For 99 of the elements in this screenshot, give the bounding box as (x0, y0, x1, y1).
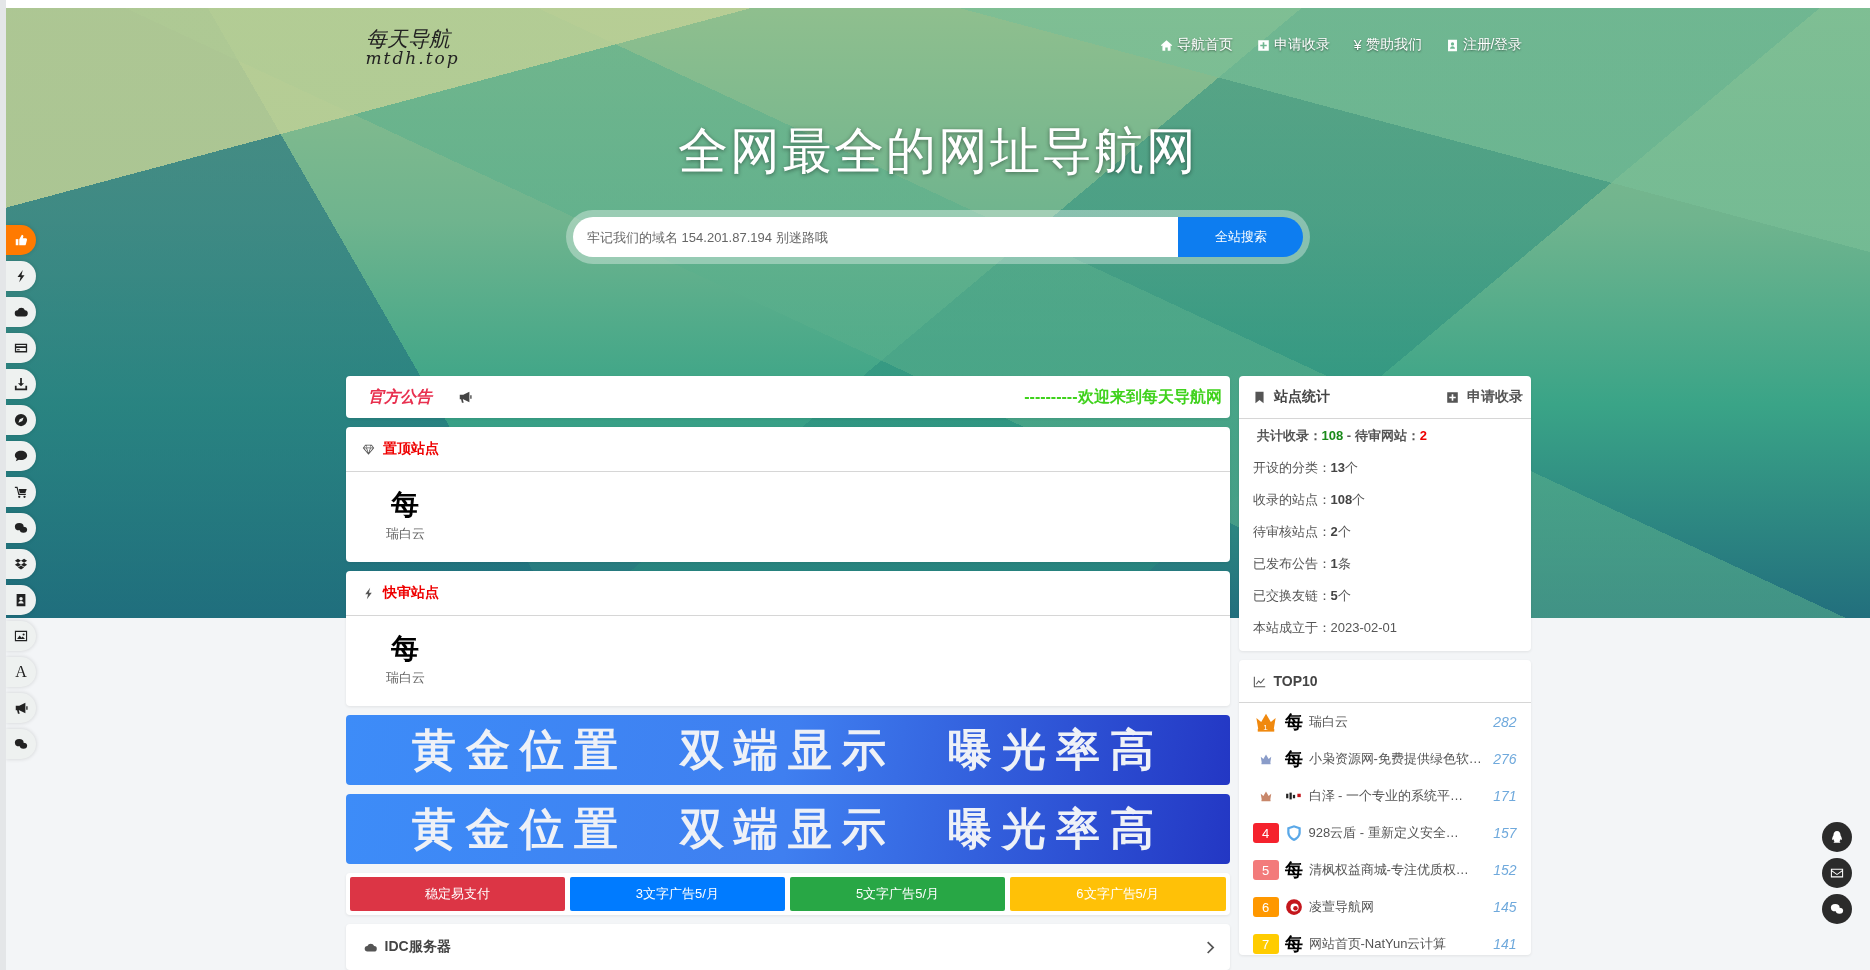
image-icon (14, 629, 28, 643)
section-title: 快审站点 (382, 584, 439, 602)
visit-count: 145 (1493, 899, 1517, 915)
megaphone-icon (457, 390, 472, 404)
category-title: IDC服务器 (384, 938, 451, 956)
site-logo: 每 (1284, 935, 1303, 953)
credit-card-icon (14, 341, 28, 355)
contact-button[interactable] (1822, 858, 1852, 888)
visit-count: 152 (1493, 862, 1517, 878)
banner-text: 黄金位置 (411, 802, 628, 855)
thumbs-up-icon (14, 233, 28, 247)
logo-text[interactable]: 每天导航 (365, 29, 460, 50)
sidebar-button[interactable] (6, 729, 36, 759)
plus-icon (1256, 38, 1270, 52)
banner-text: 黄金位置 (411, 723, 628, 776)
stat-row-text: 已发布公告：1条 (1252, 555, 1352, 573)
visit-count: 276 (1493, 751, 1517, 767)
rank-badge: 4 (1252, 823, 1279, 843)
site-link[interactable]: 瑞白云 (1308, 713, 1488, 731)
banner-text: 曝光率高 (947, 723, 1164, 776)
site-link[interactable]: 928云盾 - 重新定义安全… (1308, 824, 1488, 842)
hero-title: 全网最全的网址导航网 (677, 126, 1199, 176)
visit-count: 141 (1493, 936, 1517, 952)
stats-summary: 共计收录：108 - 待审网站：2 (1255, 427, 1428, 445)
cloud-icon (14, 305, 28, 319)
wechat-icon (14, 521, 28, 535)
contact-button[interactable] (1822, 894, 1852, 924)
home-icon (1159, 38, 1173, 52)
dropbox-icon (14, 557, 28, 571)
sidebar-button[interactable] (6, 549, 36, 579)
stat-row-text: 已交换友链：5个 (1252, 587, 1352, 605)
sidebar-button[interactable] (6, 369, 36, 399)
ad-banner[interactable]: 黄金位置 双端显示 曝光率高 (345, 715, 1230, 785)
chart-icon (1252, 674, 1266, 688)
site-logo[interactable]: 每 (391, 491, 419, 519)
rank-badge: 6 (1252, 897, 1279, 917)
contacts-icon (14, 593, 28, 607)
banner-text: 双端显示 (679, 723, 896, 776)
banner-text: 双端显示 (679, 802, 896, 855)
stats-title: 站点统计 (1273, 388, 1330, 406)
sidebar-button[interactable]: A (6, 657, 36, 687)
stat-row-text: 开设的分类：13个 (1252, 459, 1359, 477)
rank-badge: 7 (1252, 934, 1279, 954)
sidebar-button[interactable] (6, 297, 36, 327)
penguin-icon (1830, 830, 1844, 844)
banner-text: 曝光率高 (947, 802, 1164, 855)
shield-icon (1284, 824, 1303, 842)
search-button[interactable]: 全站搜索 (1178, 217, 1303, 257)
stat-row-text: 收录的站点：108个 (1252, 491, 1367, 509)
visit-count: 282 (1493, 714, 1517, 730)
site-logo: 每 (1284, 750, 1303, 768)
visit-count: 157 (1493, 825, 1517, 841)
stat-row-text: 本站成立于：2023-02-01 (1252, 619, 1398, 637)
visit-count: 171 (1493, 788, 1517, 804)
site-link[interactable]: 白泽 - 一个专业的系统平… (1308, 787, 1488, 805)
site-logo[interactable]: 每 (391, 635, 419, 663)
chat-icon (14, 449, 28, 463)
site-link[interactable]: 网站首页-NatYun云计算 (1308, 935, 1488, 953)
sidebar-button[interactable] (6, 513, 36, 543)
sidebar-button[interactable] (6, 333, 36, 363)
user-card-icon (1445, 38, 1459, 52)
wechat-icon (14, 737, 28, 751)
mail-icon (1830, 866, 1844, 880)
site-name[interactable]: 瑞白云 (385, 525, 425, 543)
sidebar-button[interactable] (6, 441, 36, 471)
stat-row-text: 待审核站点：2个 (1252, 523, 1352, 541)
section-title: 置顶站点 (382, 440, 439, 458)
rank-badge: 5 (1252, 860, 1279, 880)
search-field[interactable]: 牢记我们的域名 154.201.87.194 别迷路哦 (573, 217, 1178, 257)
sidebar-button[interactable] (6, 693, 36, 723)
diamond-icon (361, 442, 375, 456)
plus-icon[interactable] (1445, 390, 1459, 404)
submit-link[interactable]: 申请收录 (1466, 388, 1523, 406)
wechat-icon (1830, 902, 1844, 916)
top10-title: TOP10 (1273, 673, 1318, 689)
site-link[interactable]: 清枫权益商城-专注优质权… (1308, 861, 1488, 879)
site-logo: 每 (1284, 861, 1303, 879)
compass-icon (14, 413, 28, 427)
contact-button[interactable] (1822, 822, 1852, 852)
bookmark-icon (1252, 390, 1266, 404)
site-logo: 每 (1284, 713, 1303, 731)
logo-domain[interactable]: mtdh.top (365, 50, 460, 67)
text-ad-button[interactable]: 稳定易支付 (349, 877, 565, 911)
sidebar-button[interactable] (6, 621, 36, 651)
site-link[interactable]: 小枭资源网-免费提供绿色软… (1308, 750, 1488, 768)
sidebar-button[interactable] (6, 405, 36, 435)
site-link[interactable]: 凌萱导航网 (1308, 898, 1488, 916)
text-ad-button[interactable]: 3文字广告5/月 (569, 877, 785, 911)
notice-title: 官方公告 (367, 386, 432, 407)
ad-banner[interactable]: 黄金位置 双端显示 曝光率高 (345, 794, 1230, 864)
sidebar-button[interactable] (6, 261, 36, 291)
sidebar-button[interactable] (6, 585, 36, 615)
download-icon (14, 377, 28, 391)
megaphone-icon (14, 701, 28, 715)
site-name[interactable]: 瑞白云 (385, 669, 425, 687)
cart-icon (14, 485, 28, 499)
notice-text: ----------欢迎来到每天导航网 (1024, 386, 1222, 407)
ring-logo-icon (1284, 898, 1303, 916)
sidebar-button[interactable] (6, 477, 36, 507)
